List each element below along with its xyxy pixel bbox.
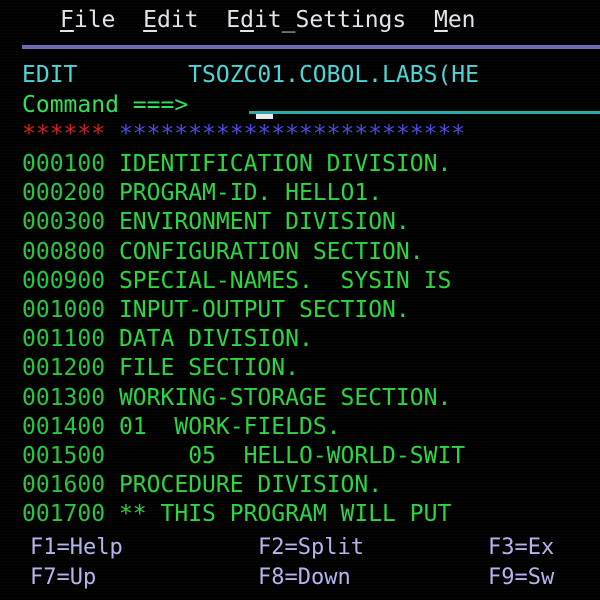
source-line-text: IDENTIFICATION DIVISION. xyxy=(118,151,452,177)
menu-gap-2 xyxy=(199,7,227,33)
source-line-text: INPUT-OUTPUT SECTION. xyxy=(118,297,410,323)
source-line[interactable]: 001700 ** THIS PROGRAM WILL PUT xyxy=(0,499,600,529)
source-line[interactable]: 001600 PROCEDURE DIVISION. xyxy=(0,470,600,500)
source-line-text: FILE SECTION. xyxy=(118,355,299,382)
command-input[interactable] xyxy=(249,90,600,120)
source-line-gap xyxy=(105,501,119,527)
source-line-number: 001700 xyxy=(22,501,106,528)
function-key-f7[interactable]: F7=Up xyxy=(30,563,96,593)
source-line[interactable]: 000800 CONFIGURATION SECTION. xyxy=(0,237,600,267)
source-line[interactable]: 001100 DATA DIVISION. xyxy=(0,324,600,354)
source-line-text: SPECIAL-NAMES. SYSIN IS xyxy=(118,267,452,294)
edit-header-line: EDIT TSOZC01.COBOL.LABS(HE xyxy=(0,60,600,90)
menu-item-menu-rest: en xyxy=(447,7,476,33)
source-line-gap xyxy=(105,443,119,469)
source-line-text: ** THIS PROGRAM WILL PUT xyxy=(118,501,452,528)
screen-bottom-edge xyxy=(0,596,600,600)
menu-mnemonic-edit-settings: d xyxy=(240,7,254,33)
source-line-gap xyxy=(105,385,119,411)
menu-separator-rule xyxy=(22,45,600,49)
source-line[interactable]: 001400 01 WORK-FIELDS. xyxy=(0,412,600,442)
source-line-gap xyxy=(105,239,119,265)
source-line-number: 001200 xyxy=(22,355,106,382)
source-line-number: 001300 xyxy=(22,384,106,411)
source-line-number: 000800 xyxy=(22,238,106,265)
source-line-number: 001000 xyxy=(22,297,106,323)
source-line-number: 001500 xyxy=(22,443,106,469)
menu-item-edit-settings-pre: E xyxy=(226,7,241,33)
menu-gap-3 xyxy=(406,7,434,33)
source-line[interactable]: 000300 ENVIRONMENT DIVISION. xyxy=(0,207,600,237)
menu-mnemonic-file: F xyxy=(60,7,74,33)
dataset-name: TSOZC01.COBOL.LABS(HE xyxy=(188,62,479,88)
source-line-number: 001400 xyxy=(22,413,106,440)
menu-item-file-rest: ile xyxy=(73,7,116,33)
source-line-text: ENVIRONMENT DIVISION. xyxy=(118,209,410,236)
function-key-f2[interactable]: F2=Split xyxy=(258,533,364,563)
source-line[interactable]: 001500 05 HELLO-WORLD-SWIT xyxy=(0,441,600,471)
source-line[interactable]: 000900 SPECIAL-NAMES. SYSIN IS xyxy=(0,266,600,296)
source-line-text: WORKING-STORAGE SECTION. xyxy=(118,384,452,411)
source-line-text: DATA DIVISION. xyxy=(118,326,313,353)
menu-item-menu[interactable]: Men xyxy=(434,7,476,33)
source-line-gap xyxy=(105,472,119,498)
source-line-number: 000100 xyxy=(22,151,106,177)
source-line[interactable]: 000100 IDENTIFICATION DIVISION. xyxy=(0,149,600,179)
function-key-f1[interactable]: F1=Help xyxy=(30,533,123,563)
menu-mnemonic-edit: E xyxy=(143,7,157,33)
top-of-data-separator: ****** ************************* xyxy=(0,119,600,149)
command-input-underline xyxy=(249,111,600,114)
source-line-gap xyxy=(105,297,119,323)
source-line-text: 01 WORK-FIELDS. xyxy=(118,413,341,440)
menu-bar: File Edit Edit_Settings Men xyxy=(0,0,600,40)
source-line-number: 000200 xyxy=(22,180,106,207)
source-line-text: CONFIGURATION SECTION. xyxy=(118,238,424,265)
header-spacer xyxy=(77,62,188,88)
source-line-gap xyxy=(105,209,119,235)
function-key-f8[interactable]: F8=Down xyxy=(258,563,351,593)
menu-item-edit-settings-rest: it_Settings xyxy=(253,7,407,33)
source-line-gap xyxy=(105,326,119,352)
menu-item-edit-settings[interactable]: Edit_Settings xyxy=(226,7,406,33)
function-key-f9[interactable]: F9=Sw xyxy=(488,563,554,593)
source-line[interactable]: 001000 INPUT-OUTPUT SECTION. xyxy=(0,295,600,325)
terminal-screen: File Edit Edit_Settings Men EDIT TSOZC01… xyxy=(0,0,600,600)
edit-mode-label: EDIT xyxy=(22,62,78,88)
menu-item-file[interactable]: File xyxy=(60,7,115,33)
source-line-gap xyxy=(105,151,119,177)
command-label: Command ===> xyxy=(22,92,189,118)
function-key-row: F1=Help F2=Split F3=Ex xyxy=(0,533,600,563)
top-of-data-asterisks: ************************* xyxy=(118,121,466,147)
menu-gap-1 xyxy=(115,7,143,33)
function-key-f3[interactable]: F3=Ex xyxy=(488,533,554,563)
source-line-gap xyxy=(105,268,119,294)
source-line-gap xyxy=(105,355,119,381)
source-line[interactable]: 001300 WORKING-STORAGE SECTION. xyxy=(0,383,600,413)
menu-mnemonic-menu: M xyxy=(433,7,448,33)
source-line-gap xyxy=(105,180,119,206)
menu-item-edit[interactable]: Edit xyxy=(143,7,198,33)
source-line-number: 001600 xyxy=(22,472,106,499)
separator-gap xyxy=(105,121,119,147)
source-line-number: 001100 xyxy=(22,326,106,353)
source-line-text: 05 HELLO-WORLD-SWIT xyxy=(118,443,466,469)
function-key-row: F7=Up F8=Down F9=Sw xyxy=(0,563,600,593)
source-line[interactable]: 000200 PROGRAM-ID. HELLO1. xyxy=(0,178,600,208)
source-line-number: 000900 xyxy=(22,267,106,294)
source-line-text: PROCEDURE DIVISION. xyxy=(118,472,383,499)
source-line-number: 000300 xyxy=(22,209,106,236)
line-command-asterisks: ****** xyxy=(22,121,106,147)
menu-item-edit-rest: dit xyxy=(156,7,199,33)
source-line[interactable]: 001200 FILE SECTION. xyxy=(0,353,600,383)
source-line-text: PROGRAM-ID. HELLO1. xyxy=(118,180,383,207)
source-line-gap xyxy=(105,414,119,440)
